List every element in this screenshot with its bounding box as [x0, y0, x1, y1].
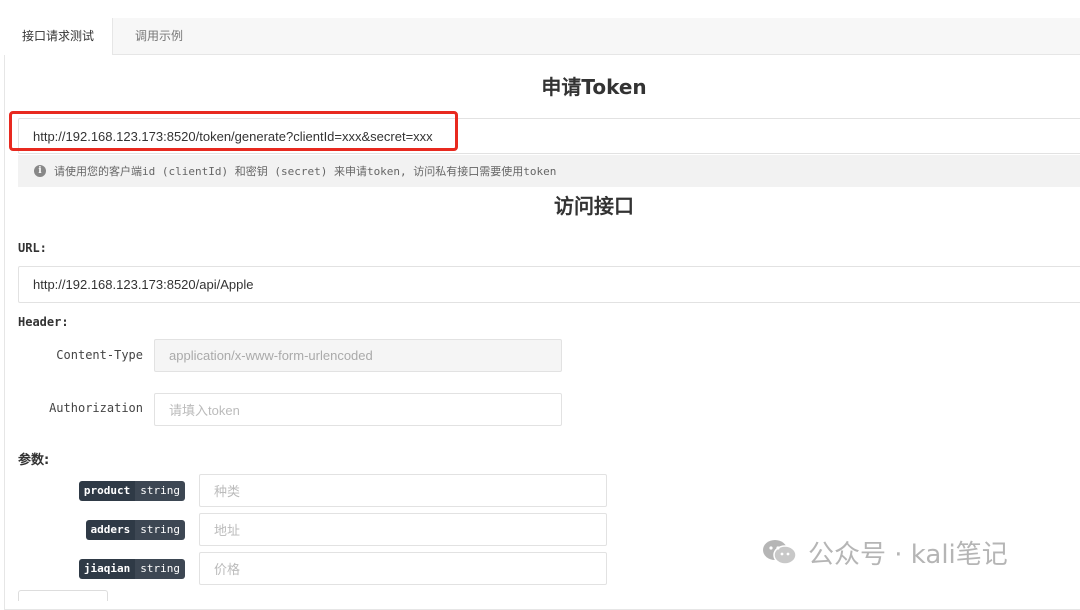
- param-type: string: [135, 481, 185, 501]
- wechat-icon: [762, 538, 798, 566]
- token-section-title: 申请Token: [541, 75, 647, 99]
- access-section-title: 访问接口: [554, 194, 634, 218]
- param-badge-jiaqian: jiaqian string: [78, 559, 185, 579]
- submit-button[interactable]: [18, 590, 108, 601]
- param-product-field[interactable]: 种类: [199, 474, 607, 507]
- param-type: string: [135, 520, 185, 540]
- authorization-label: Authorization: [49, 401, 143, 415]
- tab-call-example[interactable]: 调用示例: [117, 18, 201, 54]
- token-tip-text: 请使用您的客户端id (clientId) 和密钥 (secret) 来申请to…: [54, 165, 557, 178]
- param-jiaqian-field[interactable]: 价格: [199, 552, 607, 585]
- authorization-field[interactable]: 请填入token: [154, 393, 562, 426]
- info-icon: i: [34, 165, 46, 177]
- watermark-text: 公众号 · kali笔记: [808, 539, 1008, 570]
- api-url-field[interactable]: http://192.168.123.173:8520/api/Apple: [18, 266, 1080, 303]
- token-tip: i 请使用您的客户端id (clientId) 和密钥 (secret) 来申请…: [18, 155, 1080, 187]
- param-name: jiaqian: [78, 559, 136, 579]
- tab-bar: 接口请求测试 调用示例: [4, 18, 1080, 55]
- params-label: 参数:: [18, 453, 50, 468]
- param-name: adders: [85, 520, 136, 540]
- url-label: URL:: [18, 241, 47, 255]
- content-type-label: Content-Type: [56, 348, 143, 362]
- highlight-box: [9, 111, 458, 151]
- tab-request-test[interactable]: 接口请求测试: [4, 18, 114, 55]
- param-badge-adders: adders string: [85, 520, 185, 540]
- content-type-field: application/x-www-form-urlencoded: [154, 339, 562, 372]
- param-adders-field[interactable]: 地址: [199, 513, 607, 546]
- param-type: string: [135, 559, 185, 579]
- param-badge-product: product string: [78, 481, 185, 501]
- watermark: 公众号 · kali笔记: [762, 532, 1008, 572]
- param-name: product: [78, 481, 136, 501]
- header-label: Header:: [18, 315, 69, 329]
